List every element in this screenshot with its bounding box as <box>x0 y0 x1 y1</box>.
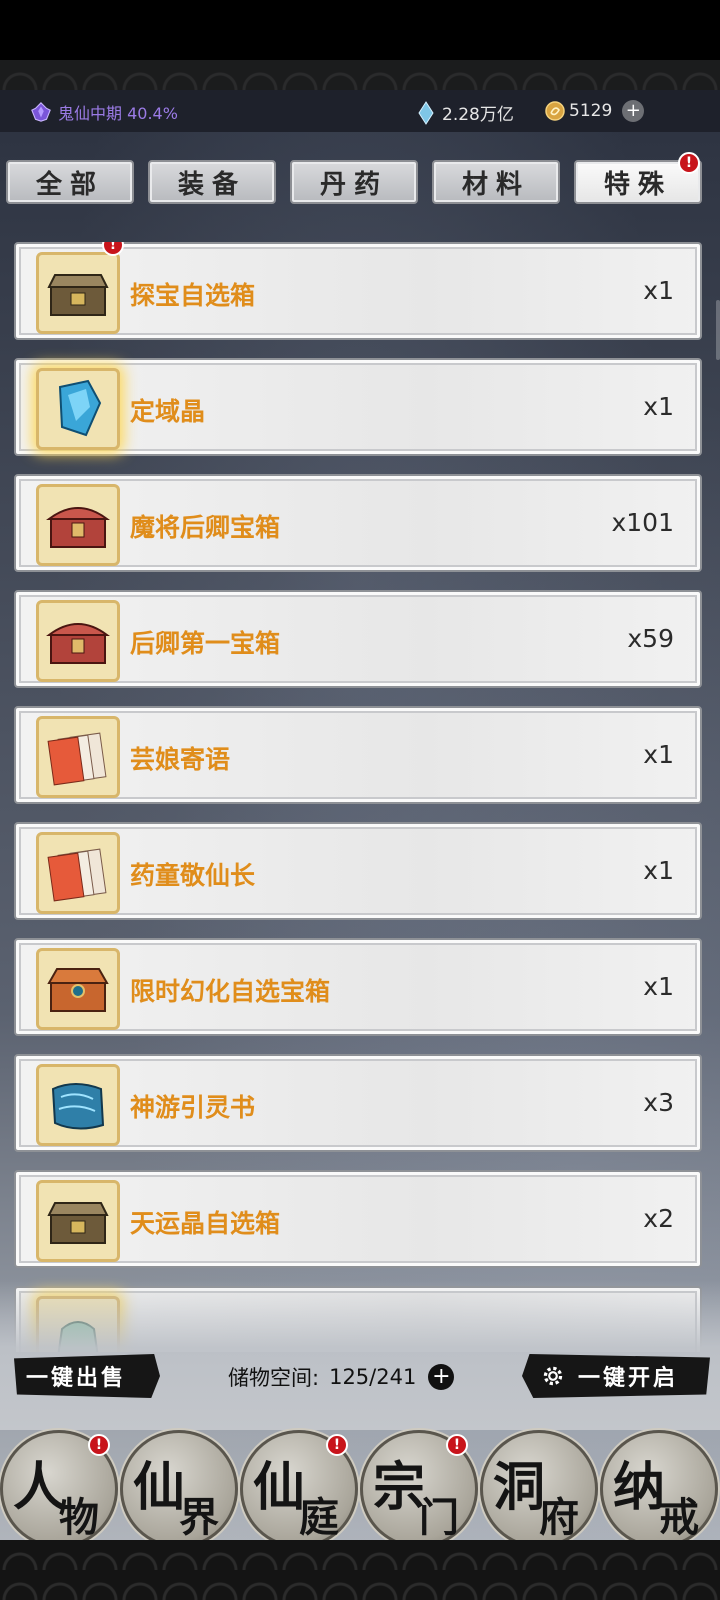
expand-storage-button[interactable]: + <box>428 1364 455 1390</box>
item-quantity: x1 <box>643 276 674 305</box>
item-icon-frame <box>36 600 120 682</box>
list-item[interactable]: 魔将后卿宝箱 x101 <box>14 474 702 572</box>
letter-cards-icon <box>47 848 107 902</box>
item-name: 后卿第一宝箱 <box>130 629 281 658</box>
orange-chest-icon <box>47 968 109 1012</box>
realm-label: 鬼仙中期 40.4% <box>58 104 178 123</box>
red-chest-icon <box>46 507 110 548</box>
item-quantity: x1 <box>643 972 674 1001</box>
item-quantity: x1 <box>643 856 674 885</box>
spirit-stone-icon <box>418 100 434 125</box>
item-quantity: x59 <box>627 624 674 653</box>
nav-character-sub: 物 <box>59 1494 99 1541</box>
tab-equipment[interactable]: 装备 <box>148 160 276 204</box>
gear-icon <box>543 1366 563 1386</box>
tab-materials[interactable]: 材料 <box>432 160 560 204</box>
list-item[interactable]: 神游引灵书 x3 <box>14 1054 702 1152</box>
storage-indicator: 储物空间: 125/241 + <box>228 1362 455 1392</box>
bag-action-bar: 一键出售 储物空间: 125/241 + 一键开启 <box>0 1352 720 1402</box>
red-chest-icon <box>46 623 110 664</box>
list-item[interactable]: 药童敬仙长 x1 <box>14 822 702 920</box>
nav-immortal-realm-sub: 界 <box>179 1494 219 1541</box>
nav-immortal-realm[interactable]: 仙 界 <box>120 1430 238 1548</box>
item-icon-frame <box>36 484 120 566</box>
coin-icon <box>545 101 565 121</box>
letter-cards-icon <box>47 732 107 786</box>
bottom-cloud-band <box>0 1540 720 1600</box>
item-icon-frame <box>36 368 120 450</box>
tab-special-badge: ! <box>678 152 700 174</box>
item-name: 探宝自选箱 <box>130 281 256 310</box>
realm-gem-icon <box>31 102 51 122</box>
list-item[interactable]: 芸娘寄语 x1 <box>14 706 702 804</box>
item-quantity: x1 <box>643 740 674 769</box>
tab-pills[interactable]: 丹药 <box>290 160 418 204</box>
status-bar: 鬼仙中期 40.4% 2.28万亿 5129 + <box>0 90 720 132</box>
item-icon-frame <box>36 832 120 914</box>
nav-character-main: 人 <box>13 1457 66 1518</box>
nav-character-badge: ! <box>88 1434 110 1456</box>
top-black-band <box>0 0 720 60</box>
item-icon-frame <box>36 716 120 798</box>
nav-storage-ring-sub: 戒 <box>659 1494 699 1541</box>
item-name: 神游引灵书 <box>130 1093 256 1122</box>
spirit-stone-value: 2.28万亿 <box>442 105 514 125</box>
scrollbar[interactable] <box>716 300 720 360</box>
item-quantity: x3 <box>643 1088 674 1117</box>
item-quantity: x2 <box>643 1204 674 1233</box>
item-name: 魔将后卿宝箱 <box>130 513 281 542</box>
scroll-icon <box>51 1083 105 1130</box>
item-quantity: x1 <box>643 392 674 421</box>
list-item[interactable]: 后卿第一宝箱 x59 <box>14 590 702 688</box>
nav-cave-dwelling[interactable]: 洞 府 <box>480 1430 598 1548</box>
item-name: 天运晶自选箱 <box>130 1209 281 1238</box>
open-all-label: 一键开启 <box>578 1365 679 1391</box>
tab-all[interactable]: 全部 <box>6 160 134 204</box>
category-tabs: 全部 装备 丹药 材料 特殊 ! <box>6 152 716 206</box>
list-item[interactable]: 定域晶 x1 <box>14 358 702 456</box>
spirit-stone-counter: 2.28万亿 <box>418 100 514 125</box>
list-item[interactable]: 限时幻化自选宝箱 x1 <box>14 938 702 1036</box>
open-all-button[interactable]: 一键开启 <box>522 1354 710 1398</box>
treasure-chest-icon <box>47 274 109 316</box>
list-item[interactable]: 天运晶自选箱 x2 <box>14 1170 702 1268</box>
list-item[interactable]: ! 探宝自选箱 x1 <box>14 242 702 340</box>
nav-sect-badge: ! <box>446 1434 468 1456</box>
item-icon-frame <box>36 1180 120 1262</box>
add-coin-button[interactable]: + <box>622 100 645 122</box>
nav-immortal-court-main: 仙 <box>253 1457 306 1518</box>
realm-indicator[interactable]: 鬼仙中期 40.4% <box>30 100 178 124</box>
item-name: 芸娘寄语 <box>130 745 231 774</box>
nav-immortal-court-badge: ! <box>326 1434 348 1456</box>
nav-storage-ring-main: 纳 <box>613 1457 666 1518</box>
coin-value: 5129 <box>569 101 613 121</box>
nav-storage-ring[interactable]: 纳 戒 <box>600 1430 718 1548</box>
nav-sect-sub: 门 <box>419 1494 459 1541</box>
cloud-pattern-band <box>0 60 720 90</box>
item-quantity: x101 <box>611 508 674 537</box>
item-icon-frame <box>36 252 120 334</box>
storage-label: 储物空间: <box>228 1366 320 1390</box>
nav-cave-dwelling-sub: 府 <box>539 1494 579 1541</box>
coin-counter: 5129 + <box>545 100 645 122</box>
item-name: 限时幻化自选宝箱 <box>130 977 331 1006</box>
treasure-chest-icon <box>47 1202 109 1244</box>
item-name: 药童敬仙长 <box>130 861 256 890</box>
item-name: 定域晶 <box>130 397 206 426</box>
sell-all-button[interactable]: 一键出售 <box>14 1354 160 1398</box>
item-icon-frame <box>36 1064 120 1146</box>
item-icon-frame <box>36 948 120 1030</box>
blue-crystal-icon <box>58 379 102 437</box>
item-list[interactable]: ! 探宝自选箱 x1 定域晶 x1 魔将后卿宝箱 x101 后卿第一宝箱 x59… <box>14 242 702 1352</box>
nav-cave-dwelling-main: 洞 <box>493 1457 546 1518</box>
nav-immortal-court-sub: 庭 <box>299 1494 339 1541</box>
nav-immortal-realm-main: 仙 <box>133 1457 186 1518</box>
storage-value: 125/241 <box>329 1365 417 1389</box>
nav-sect-main: 宗 <box>373 1457 426 1518</box>
